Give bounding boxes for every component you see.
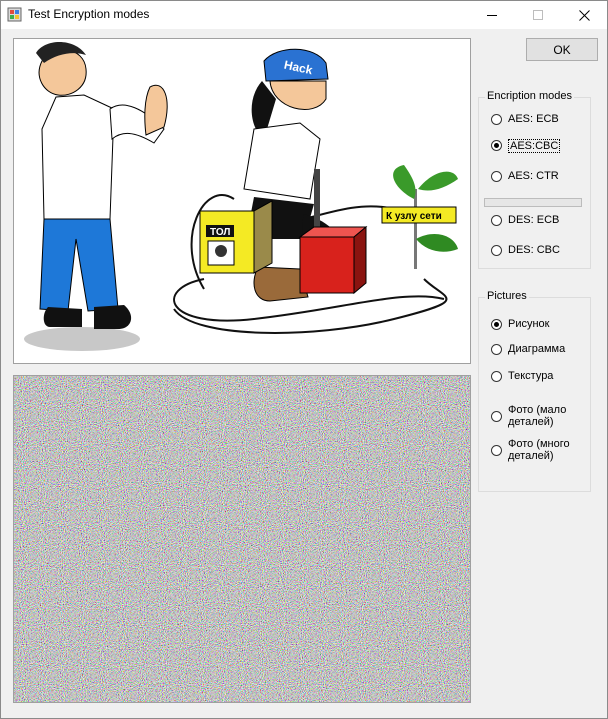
radio-aes-ctr[interactable]: AES: CTR: [491, 170, 559, 182]
radio-label: AES: CTR: [508, 170, 559, 182]
encrypted-picture: [13, 375, 471, 703]
radio-label: Фото (мало деталей): [508, 404, 567, 428]
maximize-icon: [533, 10, 543, 20]
maximize-button[interactable]: [515, 1, 561, 29]
close-button[interactable]: [561, 1, 607, 29]
radio-label: Фото (много деталей): [508, 438, 570, 462]
encryption-modes-legend: Encription modes: [485, 90, 574, 102]
radio-diagramma[interactable]: Диаграмма: [491, 343, 565, 355]
radio-indicator: [491, 371, 502, 382]
radio-indicator: [491, 319, 502, 330]
encryption-modes-group: Encription modes AES: ECB AES:CBC AES: C…: [478, 90, 591, 269]
tol-label: ТОЛ: [210, 227, 230, 238]
radio-risunok[interactable]: Рисунок: [491, 318, 550, 330]
window-title: Test Encryption modes: [28, 7, 150, 21]
radio-des-ecb[interactable]: DES: ECB: [491, 214, 559, 226]
minimize-button[interactable]: [469, 1, 515, 29]
radio-indicator: [491, 171, 502, 182]
noise-image: [14, 376, 470, 702]
progress-bar: [484, 198, 582, 207]
radio-indicator: [491, 114, 502, 125]
radio-indicator: [491, 411, 502, 422]
app-window: Test Encryption modes Hack ТОЛ К узлу се…: [0, 0, 608, 719]
radio-des-cbc[interactable]: DES: CBC: [491, 244, 560, 256]
radio-aes-cbc[interactable]: AES:CBC: [491, 139, 561, 153]
radio-tekstura[interactable]: Текстура: [491, 370, 553, 382]
radio-label: Рисунок: [508, 318, 550, 330]
source-picture: Hack ТОЛ К узлу сети: [13, 38, 471, 364]
radio-indicator: [491, 140, 502, 151]
title-bar[interactable]: Test Encryption modes: [1, 1, 607, 29]
radio-label: AES:CBC: [508, 139, 561, 153]
radio-label: AES: ECB: [508, 113, 559, 125]
pictures-group: Pictures Рисунок Диаграмма Текстура Фото…: [478, 290, 591, 492]
radio-indicator: [491, 344, 502, 355]
cartoon-illustration: Hack ТОЛ К узлу сети: [24, 42, 458, 351]
sign-label: К узлу сети: [386, 211, 442, 222]
minimize-icon: [487, 15, 497, 16]
radio-photo-few-details[interactable]: Фото (мало деталей): [491, 404, 583, 428]
radio-indicator: [491, 215, 502, 226]
radio-aes-ecb[interactable]: AES: ECB: [491, 113, 559, 125]
radio-indicator: [491, 245, 502, 256]
close-icon: [578, 9, 590, 21]
radio-photo-many-details[interactable]: Фото (много деталей): [491, 438, 583, 462]
radio-label: DES: ECB: [508, 214, 560, 226]
radio-label: Диаграмма: [508, 343, 566, 355]
radio-label: DES: CBC: [508, 244, 560, 256]
radio-label: Текстура: [508, 370, 554, 382]
app-icon: [7, 7, 22, 22]
pictures-legend: Pictures: [485, 290, 529, 302]
radio-indicator: [491, 445, 502, 456]
ok-button[interactable]: OK: [526, 38, 598, 61]
